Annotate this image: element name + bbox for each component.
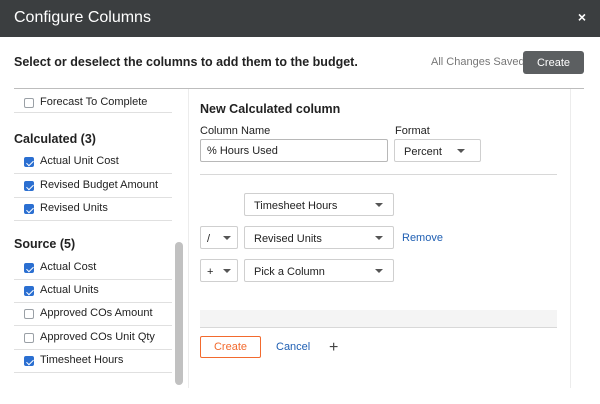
chevron-down-icon: [457, 149, 465, 153]
divider: [14, 349, 172, 350]
chevron-down-icon: [375, 203, 383, 207]
create-button[interactable]: Create: [200, 336, 261, 358]
pane-divider: [188, 89, 189, 388]
save-status: All Changes Saved: [431, 56, 525, 68]
pane-divider: [570, 89, 571, 388]
divider: [14, 173, 172, 174]
operator-select-2[interactable]: /: [200, 226, 238, 249]
divider: [14, 325, 172, 326]
divider: [14, 220, 172, 221]
item-approved-cos-unit-qty[interactable]: Approved COs Unit Qty: [40, 331, 155, 343]
item-forecast-to-complete: Forecast To Complete: [40, 96, 148, 108]
column-select-2-value: Revised Units: [254, 233, 322, 245]
column-select-3-value: Pick a Column: [254, 266, 325, 278]
divider: [200, 174, 557, 175]
column-name-label: Column Name: [200, 125, 271, 137]
format-label: Format: [395, 125, 430, 137]
checkbox-approved-cos-amount[interactable]: [24, 309, 34, 319]
form-footer-band: [200, 310, 557, 328]
divider: [14, 302, 172, 303]
column-select-2[interactable]: Revised Units: [244, 226, 394, 249]
chevron-down-icon: [223, 269, 231, 273]
item-actual-unit-cost[interactable]: Actual Unit Cost: [40, 155, 119, 167]
form-title: New Calculated column: [200, 102, 341, 116]
item-approved-cos-amount[interactable]: Approved COs Amount: [40, 307, 153, 319]
dialog-header: Configure Columns ×: [0, 0, 600, 37]
operator-select-3-value: +: [207, 266, 214, 278]
divider: [14, 112, 172, 113]
item-actual-cost[interactable]: Actual Cost: [40, 261, 96, 273]
column-name-input[interactable]: [200, 139, 388, 162]
instruction-bar: Select or deselect the columns to add th…: [0, 37, 600, 89]
checkbox-revised-budget-amount[interactable]: [24, 181, 34, 191]
chevron-down-icon: [375, 236, 383, 240]
checkbox-actual-unit-cost[interactable]: [24, 157, 34, 167]
operator-select-2-value: /: [207, 233, 211, 245]
create-button-top[interactable]: Create: [523, 51, 584, 74]
remove-link[interactable]: Remove: [402, 232, 443, 244]
divider: [14, 88, 584, 89]
divider: [14, 197, 172, 198]
checkbox-timesheet-hours[interactable]: [24, 356, 34, 366]
item-revised-budget-amount[interactable]: Revised Budget Amount: [40, 179, 158, 191]
chevron-down-icon: [223, 236, 231, 240]
checkbox-actual-units[interactable]: [24, 286, 34, 296]
group-title-calculated: Calculated (3): [14, 132, 96, 146]
scrollbar[interactable]: [175, 242, 183, 385]
checkbox-approved-cos-unit-qty[interactable]: [24, 333, 34, 343]
item-revised-units[interactable]: Revised Units: [40, 202, 108, 214]
format-select-value: Percent: [404, 146, 442, 158]
item-timesheet-hours[interactable]: Timesheet Hours: [40, 354, 123, 366]
column-select-3[interactable]: Pick a Column: [244, 259, 394, 282]
checkbox-revised-units[interactable]: [24, 204, 34, 214]
cancel-link[interactable]: Cancel: [276, 341, 310, 353]
add-icon[interactable]: +: [329, 340, 338, 356]
instruction-text: Select or deselect the columns to add th…: [14, 55, 358, 69]
checkbox-actual-cost[interactable]: [24, 263, 34, 273]
format-select[interactable]: Percent: [394, 139, 481, 162]
dialog-title: Configure Columns: [14, 9, 151, 26]
close-icon[interactable]: ×: [578, 9, 586, 25]
operator-select-3[interactable]: +: [200, 259, 238, 282]
group-title-source: Source (5): [14, 237, 76, 251]
item-actual-units[interactable]: Actual Units: [40, 284, 99, 296]
column-list: Forecast To Complete Calculated (3) Actu…: [0, 93, 186, 404]
divider: [14, 372, 172, 373]
chevron-down-icon: [375, 269, 383, 273]
column-select-1-value: Timesheet Hours: [254, 200, 338, 212]
divider: [14, 279, 172, 280]
column-select-1[interactable]: Timesheet Hours: [244, 193, 394, 216]
checkbox-forecast-to-complete[interactable]: [24, 98, 34, 108]
